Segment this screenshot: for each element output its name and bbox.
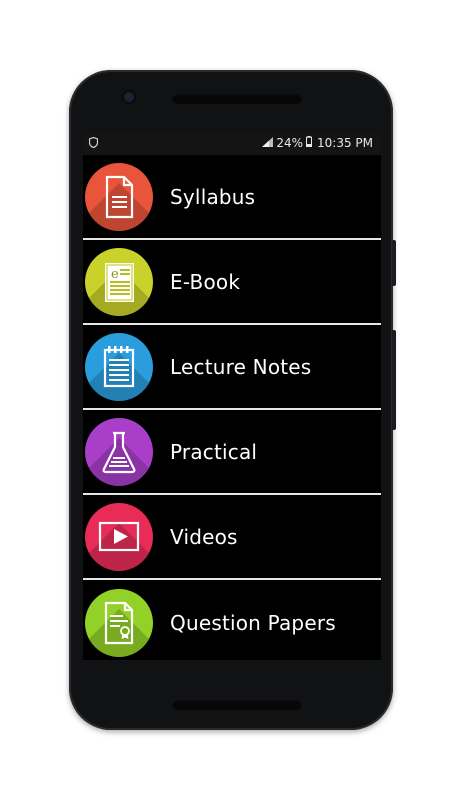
shield-icon bbox=[88, 136, 99, 151]
status-bar: 24% 10:35 PM bbox=[83, 133, 381, 155]
menu-item-label: Practical bbox=[170, 439, 258, 464]
battery-icon bbox=[306, 136, 312, 150]
menu-item-label: Question Papers bbox=[170, 610, 336, 635]
top-speaker bbox=[172, 93, 302, 104]
menu-item-practical[interactable]: Practical bbox=[83, 410, 381, 495]
menu-item-syllabus[interactable]: Syllabus bbox=[83, 155, 381, 240]
menu-item-label: E-Book bbox=[170, 269, 241, 294]
notepad-icon bbox=[85, 332, 153, 401]
bottom-speaker bbox=[172, 699, 302, 710]
certificate-document-icon bbox=[85, 588, 153, 657]
menu-item-label: Lecture Notes bbox=[170, 354, 312, 379]
app-screen: 24% 10:35 PM Syllabus e E-Book Lecture N… bbox=[83, 133, 381, 660]
phone-volume-button bbox=[392, 240, 396, 286]
clock-time: 10:35 PM bbox=[317, 136, 373, 150]
menu-list: Syllabus e E-Book Lecture Notes Practica… bbox=[83, 155, 381, 660]
flask-icon bbox=[85, 417, 153, 486]
front-camera bbox=[124, 92, 134, 102]
menu-item-question-papers[interactable]: Question Papers bbox=[83, 580, 381, 660]
signal-icon bbox=[262, 136, 274, 150]
play-video-icon bbox=[85, 502, 153, 571]
menu-item-lecture-notes[interactable]: Lecture Notes bbox=[83, 325, 381, 410]
menu-item-label: Syllabus bbox=[170, 184, 256, 209]
menu-item-videos[interactable]: Videos bbox=[83, 495, 381, 580]
menu-item-ebook[interactable]: e E-Book bbox=[83, 240, 381, 325]
document-icon bbox=[85, 162, 153, 231]
battery-percent: 24% bbox=[276, 136, 303, 150]
ebook-icon: e bbox=[85, 247, 153, 316]
menu-item-label: Videos bbox=[170, 524, 238, 549]
phone-power-button bbox=[392, 330, 396, 430]
svg-text:e: e bbox=[111, 267, 119, 282]
